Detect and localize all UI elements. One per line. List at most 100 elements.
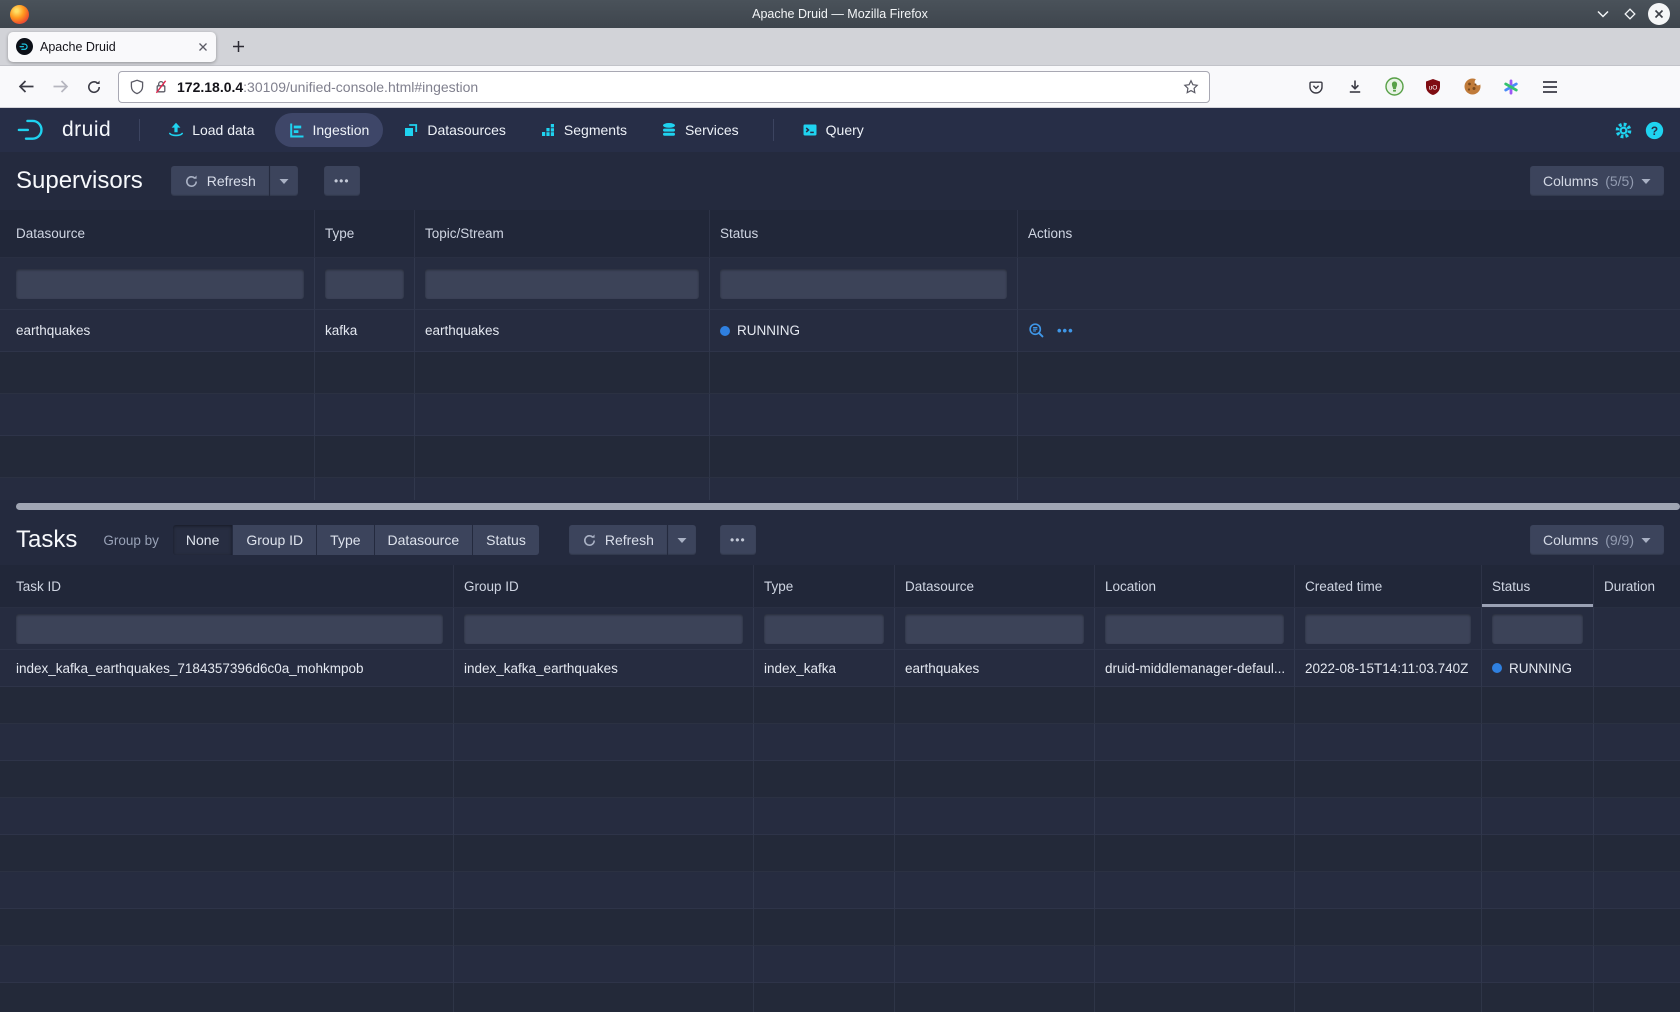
- task-type: index_kafka: [754, 650, 895, 687]
- group-by-buttons: None Group ID Type Datasource Status: [173, 525, 539, 555]
- task-id-filter-input[interactable]: [16, 614, 443, 644]
- pocket-icon[interactable]: [1300, 72, 1332, 102]
- nav-item-segments[interactable]: Segments: [526, 113, 641, 147]
- bookmark-star-icon[interactable]: [1183, 79, 1199, 95]
- empty-table-row: [0, 478, 1680, 500]
- close-icon[interactable]: [1648, 3, 1670, 25]
- nav-item-label: Datasources: [427, 122, 506, 138]
- downloads-icon[interactable]: [1339, 72, 1371, 102]
- extension-asterisk-icon[interactable]: [1495, 72, 1527, 102]
- help-glyph: ?: [1651, 123, 1658, 137]
- view-details-icon[interactable]: [1028, 322, 1045, 339]
- reload-button[interactable]: [78, 72, 110, 102]
- column-header[interactable]: Duration: [1594, 565, 1680, 608]
- maximize-icon[interactable]: [1621, 5, 1639, 23]
- chevron-down-icon: [279, 178, 289, 185]
- empty-table-row: [0, 909, 1680, 946]
- task-group-id: index_kafka_earthquakes: [454, 650, 754, 687]
- column-header[interactable]: Topic/Stream: [415, 210, 710, 258]
- toolbar-extensions: uO: [1300, 72, 1566, 102]
- type-filter-input[interactable]: [764, 614, 884, 644]
- group-by-status-button[interactable]: Status: [473, 525, 539, 555]
- column-header[interactable]: Task ID: [0, 565, 454, 608]
- titlebar: Apache Druid — Mozilla Firefox: [0, 0, 1680, 28]
- column-header[interactable]: Group ID: [454, 565, 754, 608]
- column-header[interactable]: Actions: [1018, 210, 1680, 258]
- shield-icon[interactable]: [129, 79, 145, 95]
- column-header[interactable]: Location: [1095, 565, 1295, 608]
- new-tab-button[interactable]: [224, 33, 252, 61]
- topic-filter-input[interactable]: [425, 269, 699, 299]
- back-button[interactable]: [10, 72, 42, 102]
- horizontal-scrollbar[interactable]: [16, 503, 1680, 510]
- forward-button[interactable]: [44, 72, 76, 102]
- nav-item-ingestion[interactable]: Ingestion: [275, 113, 384, 147]
- supervisors-refresh-button[interactable]: Refresh: [171, 166, 269, 196]
- task-location: druid-middlemanager-defaul...: [1095, 650, 1295, 687]
- supervisor-status: RUNNING: [710, 310, 1018, 352]
- nav-item-query[interactable]: Query: [788, 113, 878, 147]
- settings-gear-icon[interactable]: [1614, 121, 1633, 140]
- nav-item-load-data[interactable]: Load data: [154, 113, 268, 147]
- supervisors-filter-row: [0, 258, 1680, 310]
- navbar-divider: [139, 119, 140, 141]
- datasource-filter-input[interactable]: [16, 269, 304, 299]
- type-filter-input[interactable]: [325, 269, 404, 299]
- column-header[interactable]: Created time: [1295, 565, 1482, 608]
- url-text[interactable]: 172.18.0.4:30109/unified-console.html#in…: [177, 79, 478, 95]
- empty-table-row: [0, 798, 1680, 835]
- tasks-more-button[interactable]: •••: [720, 525, 756, 555]
- minimize-icon[interactable]: [1594, 5, 1612, 23]
- supervisors-more-button[interactable]: •••: [324, 166, 360, 196]
- supervisors-refresh-caret-button[interactable]: [270, 166, 298, 196]
- tasks-empty-rows: [0, 687, 1680, 1012]
- druid-navbar: druid Load data Ingestion Datasources Se…: [0, 108, 1680, 152]
- lock-insecure-icon[interactable]: [153, 79, 169, 95]
- group-by-label: Group by: [103, 533, 159, 548]
- tasks-refresh-button[interactable]: Refresh: [569, 525, 667, 555]
- task-row[interactable]: index_kafka_earthquakes_7184357396d6c0a_…: [0, 650, 1680, 687]
- empty-table-row: [0, 872, 1680, 909]
- column-header[interactable]: Datasource: [895, 565, 1095, 608]
- empty-table-row: [0, 352, 1680, 394]
- group-by-none-button[interactable]: None: [173, 525, 232, 555]
- row-actions-more-icon[interactable]: •••: [1057, 323, 1074, 338]
- nav-item-label: Services: [685, 122, 739, 138]
- multi-layers-icon: [403, 122, 419, 138]
- navbar-right: ?: [1614, 121, 1664, 140]
- supervisors-columns-button[interactable]: Columns (5/5): [1530, 166, 1664, 196]
- status-filter-input[interactable]: [1492, 614, 1583, 644]
- column-header[interactable]: Type: [315, 210, 415, 258]
- supervisor-datasource: earthquakes: [0, 310, 315, 352]
- status-dot-icon: [720, 326, 730, 336]
- ublock-icon[interactable]: uO: [1417, 72, 1449, 102]
- group-id-filter-input[interactable]: [464, 614, 743, 644]
- druid-brand[interactable]: druid: [16, 117, 111, 143]
- extension-green-icon[interactable]: [1378, 72, 1410, 102]
- url-bar[interactable]: 172.18.0.4:30109/unified-console.html#in…: [118, 71, 1210, 103]
- group-by-group-id-button[interactable]: Group ID: [233, 525, 316, 555]
- created-time-filter-input[interactable]: [1305, 614, 1471, 644]
- status-filter-input[interactable]: [720, 269, 1007, 299]
- tasks-refresh-caret-button[interactable]: [668, 525, 696, 555]
- group-by-type-button[interactable]: Type: [317, 525, 373, 555]
- navbar-divider: [773, 119, 774, 141]
- browser-tab[interactable]: Apache Druid: [8, 32, 216, 62]
- cookie-extension-icon[interactable]: [1456, 72, 1488, 102]
- nav-item-datasources[interactable]: Datasources: [389, 113, 520, 147]
- help-icon[interactable]: ?: [1645, 121, 1664, 140]
- nav-item-services[interactable]: Services: [647, 113, 753, 147]
- location-filter-input[interactable]: [1105, 614, 1284, 644]
- group-by-datasource-button[interactable]: Datasource: [375, 525, 473, 555]
- datasource-filter-input[interactable]: [905, 614, 1084, 644]
- tasks-columns-button[interactable]: Columns (9/9): [1530, 525, 1664, 555]
- menu-hamburger-icon[interactable]: [1534, 72, 1566, 102]
- column-header[interactable]: Datasource: [0, 210, 315, 258]
- column-header[interactable]: Status: [710, 210, 1018, 258]
- supervisor-row[interactable]: earthquakes kafka earthquakes RUNNING ••…: [0, 310, 1680, 352]
- column-header[interactable]: Type: [754, 565, 895, 608]
- tab-close-icon[interactable]: [198, 42, 208, 52]
- nav-item-label: Load data: [192, 122, 254, 138]
- column-header-sorted[interactable]: Status: [1482, 565, 1594, 608]
- brand-name: druid: [62, 118, 111, 142]
